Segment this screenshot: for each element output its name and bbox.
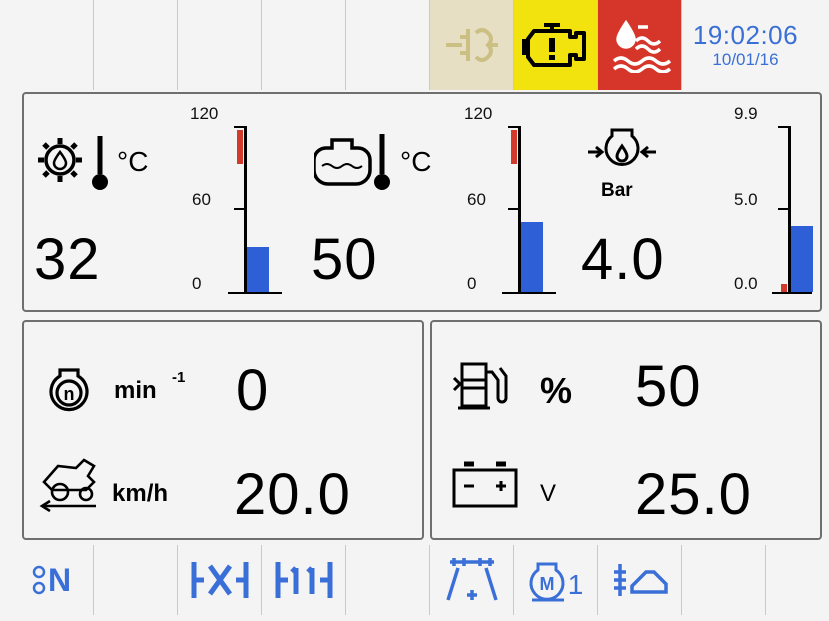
battery-voltage-value: 25.0 bbox=[635, 462, 752, 527]
gauge-1-scale-mid: 60 bbox=[192, 190, 211, 209]
gauge-2-unit: °C bbox=[400, 146, 432, 177]
engine-warning-button[interactable] bbox=[514, 0, 598, 90]
coolant-level-icon bbox=[612, 19, 671, 73]
engine-speed-unit-exponent: -1 bbox=[172, 369, 186, 386]
fuel-level-value: 50 bbox=[635, 354, 702, 419]
ground-speed-value: 20.0 bbox=[234, 462, 351, 527]
engine-speed-unit: min bbox=[114, 377, 157, 404]
gauge-1-scale-max: 120 bbox=[190, 104, 219, 123]
gauge-1-bar bbox=[228, 126, 282, 294]
svg-text:n: n bbox=[64, 384, 75, 404]
engine-speed-value: 0 bbox=[236, 358, 270, 423]
engine-mode-button[interactable]: M 1 bbox=[514, 545, 598, 615]
gauge-2-bar bbox=[502, 126, 556, 294]
neutral-label: N bbox=[47, 561, 72, 598]
gauge-1-unit: °C bbox=[117, 146, 149, 177]
bottom-slot-5[interactable] bbox=[346, 545, 430, 615]
work-lights-button[interactable] bbox=[430, 545, 514, 615]
ground-speed-unit: km/h bbox=[112, 480, 169, 507]
oil-pressure-icon bbox=[588, 128, 656, 166]
bottom-slot-2[interactable] bbox=[94, 545, 178, 615]
gauge-2-scale-mid: 60 bbox=[467, 190, 486, 209]
svg-text:M: M bbox=[539, 574, 554, 594]
dashboard-screen: 19:02:06 10/01/16 °C 32 120 60 0 °C 50 1… bbox=[0, 0, 829, 621]
gauge-3-scale-max: 9.9 bbox=[734, 104, 758, 123]
speed-panel: n min -1 0 km/h 20.0 bbox=[22, 320, 424, 540]
four-wheel-drive-icon bbox=[275, 562, 332, 598]
neutral-gear-icon bbox=[32, 565, 46, 595]
hitch-control-button[interactable] bbox=[598, 545, 682, 615]
gauge-3-bar bbox=[772, 126, 814, 294]
gauge-2-scale-max: 120 bbox=[464, 104, 493, 123]
gauge-3-scale-min: 0.0 bbox=[734, 274, 758, 293]
glow-plug-icon bbox=[445, 28, 498, 62]
engine-rpm-icon: n bbox=[49, 368, 89, 412]
top-slot-3[interactable] bbox=[178, 0, 262, 90]
battery-voltage-unit: V bbox=[540, 480, 557, 507]
check-engine-icon bbox=[521, 23, 586, 67]
differential-lock-button[interactable] bbox=[178, 545, 262, 615]
top-status-bar: 19:02:06 10/01/16 bbox=[8, 0, 823, 90]
clock-date: 10/01/16 bbox=[712, 50, 779, 69]
bottom-slot-10[interactable] bbox=[766, 545, 829, 615]
fuel-level-unit: % bbox=[540, 370, 573, 411]
neutral-indicator-button[interactable]: N bbox=[8, 545, 94, 615]
top-slot-2[interactable] bbox=[94, 0, 178, 90]
fuel-battery-panel: % 50 V 25.0 bbox=[430, 320, 822, 540]
gauge-3-value: 4.0 bbox=[581, 227, 665, 292]
battery-icon bbox=[452, 461, 518, 508]
ground-speed-icon bbox=[39, 458, 96, 513]
four-wheel-drive-button[interactable] bbox=[262, 545, 346, 615]
engine-coolant-temperature-icon bbox=[314, 134, 390, 190]
fuel-pump-icon bbox=[452, 362, 508, 410]
gauge-1-scale-min: 0 bbox=[192, 274, 202, 293]
temperature-pressure-panel: °C 32 120 60 0 °C 50 120 60 0 Bar 4.0 9.… bbox=[22, 92, 822, 312]
differential-lock-icon bbox=[191, 562, 248, 598]
engine-memory-icon: M bbox=[529, 562, 565, 602]
gauge-3-scale-mid: 5.0 bbox=[734, 190, 758, 209]
transmission-oil-temperature-icon bbox=[38, 136, 108, 190]
top-slot-5[interactable] bbox=[346, 0, 430, 90]
top-slot-4[interactable] bbox=[262, 0, 346, 90]
top-slot-1[interactable] bbox=[8, 0, 94, 90]
bottom-function-bar: N M 1 bbox=[8, 545, 823, 615]
bottom-slot-9[interactable] bbox=[682, 545, 766, 615]
gauge-2-value: 50 bbox=[311, 227, 378, 292]
work-lights-icon bbox=[445, 558, 498, 601]
coolant-alarm-button[interactable] bbox=[598, 0, 682, 90]
gauge-2-scale-min: 0 bbox=[467, 274, 477, 293]
gauge-3-unit: Bar bbox=[601, 180, 633, 201]
clock-time: 19:02:06 bbox=[692, 20, 799, 50]
hitch-control-icon bbox=[613, 564, 668, 596]
preheat-warning-button[interactable] bbox=[430, 0, 514, 90]
clock-display: 19:02:06 10/01/16 bbox=[682, 0, 809, 90]
engine-mode-number: 1 bbox=[567, 569, 584, 600]
gauge-1-value: 32 bbox=[34, 227, 101, 292]
